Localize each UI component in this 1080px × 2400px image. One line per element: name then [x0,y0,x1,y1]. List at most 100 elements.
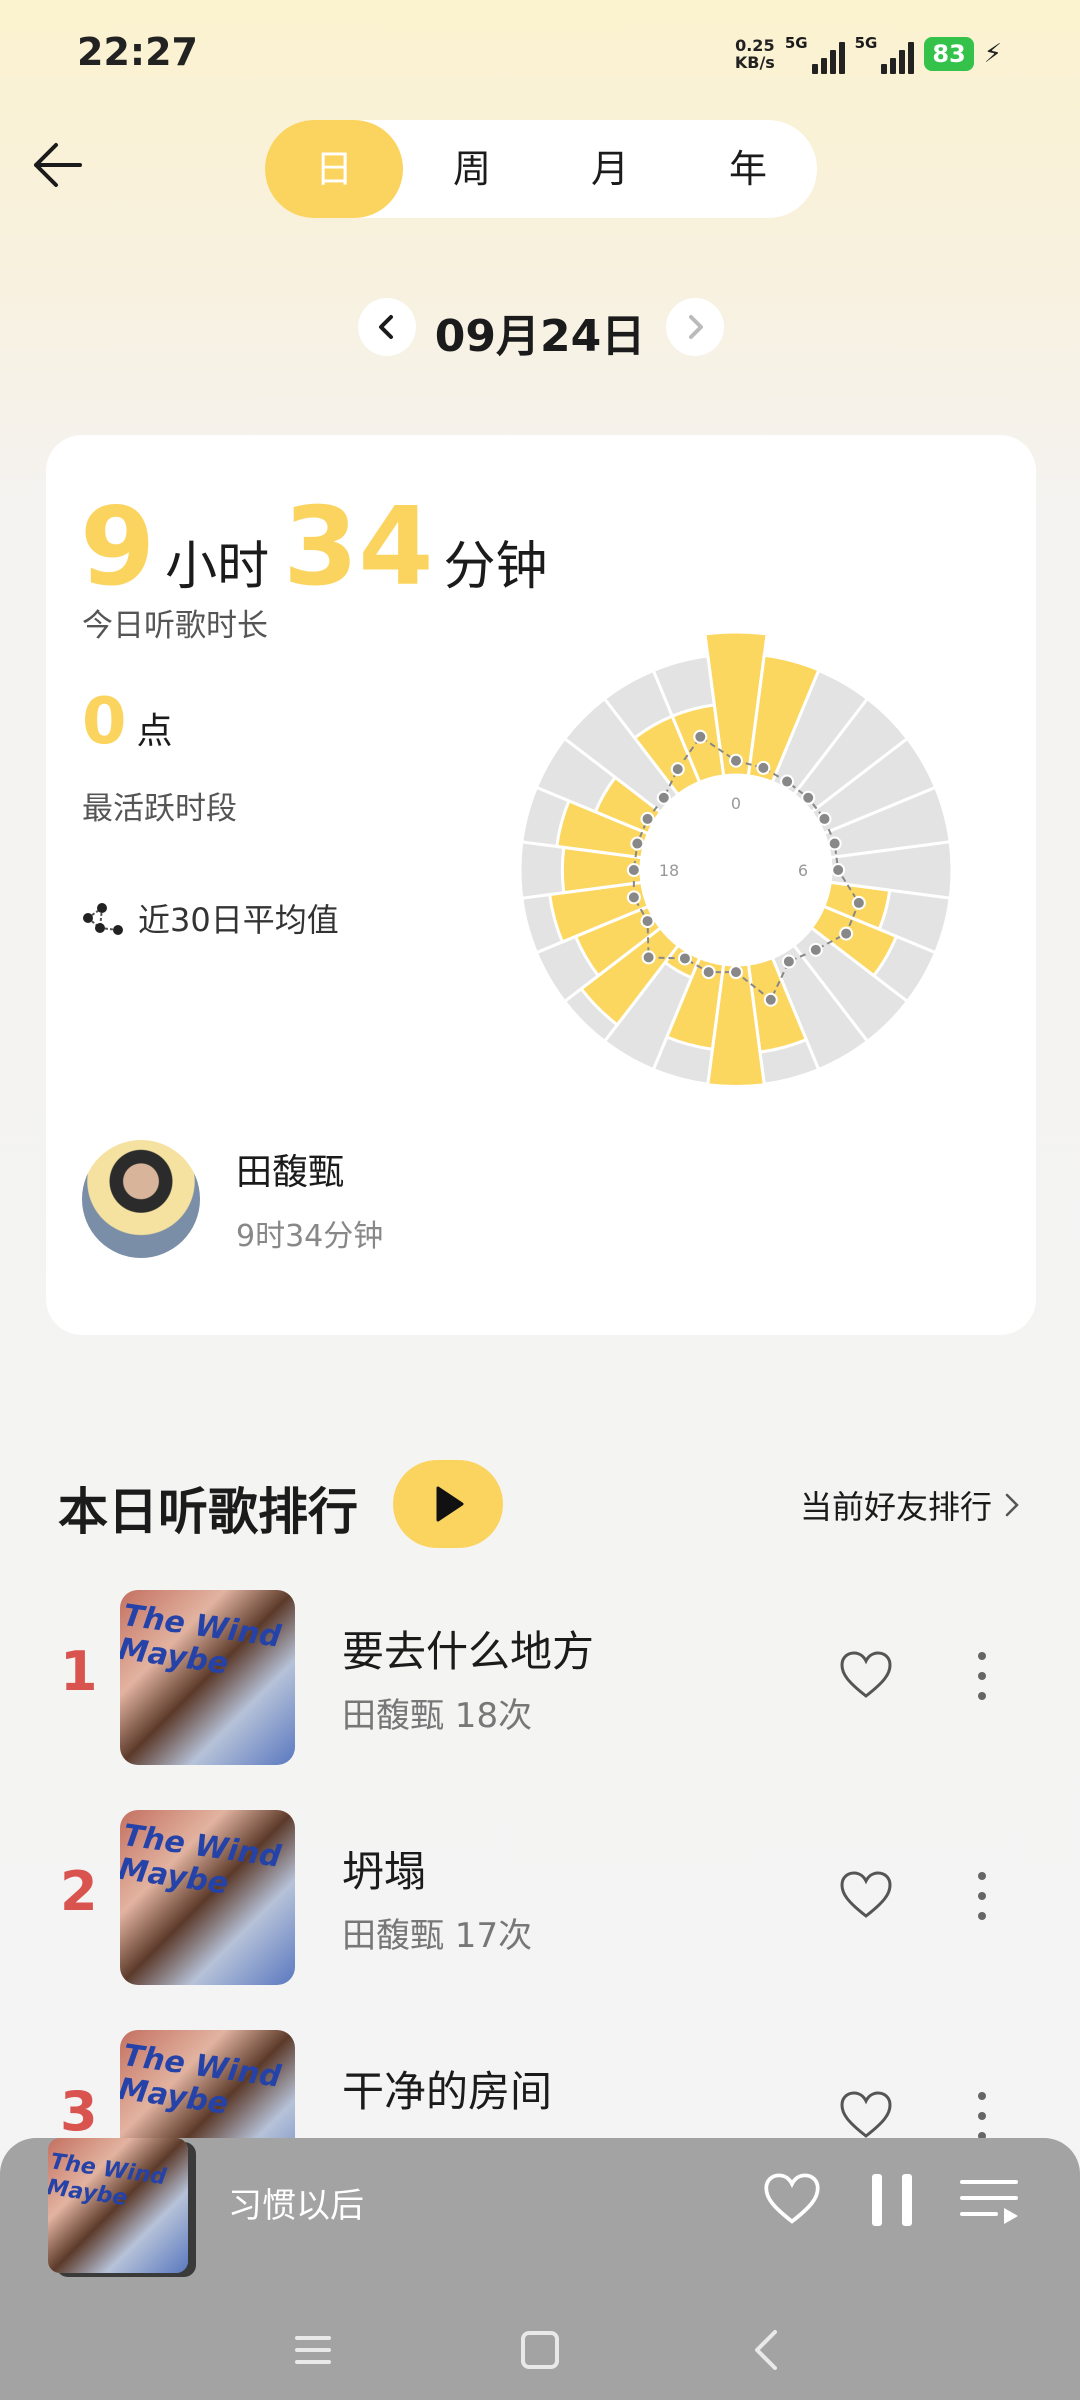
avg-point-4 [817,811,832,826]
duration-minutes: 34 [283,485,434,610]
album-cover: The Wind Maybe [120,1810,295,1985]
avg-point-16 [640,914,655,929]
mini-player[interactable]: The Wind Maybe 习惯以后 [0,2138,1080,2400]
heart-icon [840,1871,892,1918]
back-chevron-icon [755,2330,777,2370]
back-button[interactable] [28,135,88,195]
charging-icon: ⚡ [983,39,1002,69]
ranking-title: 本日听歌排行 [58,1483,358,1541]
heart-icon [840,2091,892,2138]
avg-point-14 [677,951,692,966]
song-title: 要去什么地方 [342,1627,595,1676]
song-row-2[interactable]: 2 The Wind Maybe 坍塌 田馥甄 17次 [0,1810,1080,1985]
hours-unit: 小时 [165,537,270,597]
play-icon [436,1486,464,1522]
now-playing-title: 习惯以后 [228,2186,364,2226]
hourly-radial-chart: 0 6 18 [518,630,954,1088]
tab-day[interactable]: 日 [265,120,403,218]
avg-point-19 [630,836,645,851]
avg-point-12 [729,965,743,980]
signal-sim2-icon: 5G [855,34,915,74]
system-nav-bar [0,2300,1080,2400]
song-row-1[interactable]: 1 The Wind Maybe 要去什么地方 田馥甄 18次 [0,1590,1080,1765]
artist-avatar [82,1140,200,1258]
avg-point-21 [656,790,671,805]
more-options-button[interactable] [964,1644,1000,1708]
song-rank: 1 [60,1640,98,1703]
queue-icon [960,2180,1018,2224]
avg-point-15 [641,950,656,965]
avg-point-10 [781,954,796,969]
heart-icon [764,2173,820,2224]
avg-point-3 [801,790,816,805]
duration-label: 今日听歌时长 [82,608,268,644]
avg-point-18 [626,863,641,877]
tab-month[interactable]: 月 [541,120,679,218]
status-time: 22:27 [77,30,198,74]
avg-legend-label: 近30日平均值 [138,901,339,939]
mini-like-button[interactable] [762,2170,822,2230]
back-arrow-icon [34,143,82,187]
home-button[interactable] [510,2320,570,2380]
heart-icon [840,1651,892,1698]
chevron-right-icon [1005,1493,1019,1517]
avg-point-0 [729,753,743,768]
song-meta: 田馥甄 17次 [342,1916,533,1956]
peak-hour-unit: 点 [136,711,173,752]
clock-tick-right: 6 [798,861,808,880]
recents-button[interactable] [283,2320,343,2380]
avg-point-13 [701,965,716,980]
pause-button[interactable] [872,2174,912,2226]
avg-point-20 [640,811,655,826]
avg-point-23 [693,729,708,744]
avg-point-17 [626,890,641,905]
home-square-icon [521,2331,559,2369]
artist-name: 田馥甄 [236,1152,345,1193]
avg-point-22 [670,762,685,777]
top-artist[interactable]: 田馥甄 9时34分钟 [82,1140,383,1258]
network-speed: 0.25 KB/s [734,36,775,72]
album-cover: The Wind Maybe [120,1590,295,1765]
system-back-button[interactable] [737,2320,797,2380]
playlist-button[interactable] [958,2170,1022,2230]
clock-tick-top: 0 [731,794,741,813]
avg-point-11 [763,992,778,1007]
like-button[interactable] [838,1868,894,1924]
avg-point-2 [780,774,795,789]
summary-card: 9 小时 34 分钟 今日听歌时长 0 点 最活跃时段 近30日平均值 0 6 18… [46,435,1036,1335]
avg-point-9 [808,942,823,957]
now-playing-cover: The Wind Maybe [48,2138,188,2273]
play-all-button[interactable] [393,1460,503,1548]
like-button[interactable] [838,2088,894,2144]
avg-point-6 [831,863,846,877]
peak-label: 最活跃时段 [82,791,237,827]
tab-week[interactable]: 周 [403,120,541,218]
friends-ranking-label: 当前好友排行 [799,1488,992,1526]
clock-tick-left: 18 [659,861,679,880]
avg-point-1 [756,760,771,775]
status-bar: 22:27 0.25 KB/s 5G 5G 83 ⚡ [0,0,1080,110]
duration-hours: 9 [80,485,156,610]
date-selector: 09月24日 [0,298,1080,362]
avg-line-icon [83,903,123,935]
menu-icon [295,2336,331,2364]
peak-hour-value: 0 [82,685,127,759]
signal-sim1-icon: 5G [785,34,845,74]
song-title: 干净的房间 [342,2067,553,2116]
avg-legend: 近30日平均值 [82,895,339,941]
avg-point-7 [851,895,866,910]
friends-ranking-link[interactable]: 当前好友排行 [800,1482,1022,1528]
status-icons: 0.25 KB/s 5G 5G 83 ⚡ [735,30,1002,78]
period-tabs: 日 周 月 年 [265,120,817,218]
tab-year[interactable]: 年 [679,120,817,218]
like-button[interactable] [838,1648,894,1704]
avg-point-5 [827,836,842,851]
chevron-right-icon [689,315,703,339]
listening-duration: 9 小时 34 分钟 [80,485,561,610]
current-date: 09月24日 [434,311,646,362]
song-rank: 3 [60,2080,98,2143]
minutes-unit: 分钟 [443,537,548,597]
battery-level: 83 [924,37,974,71]
more-options-button[interactable] [964,1864,1000,1928]
next-date-button[interactable] [666,298,724,356]
